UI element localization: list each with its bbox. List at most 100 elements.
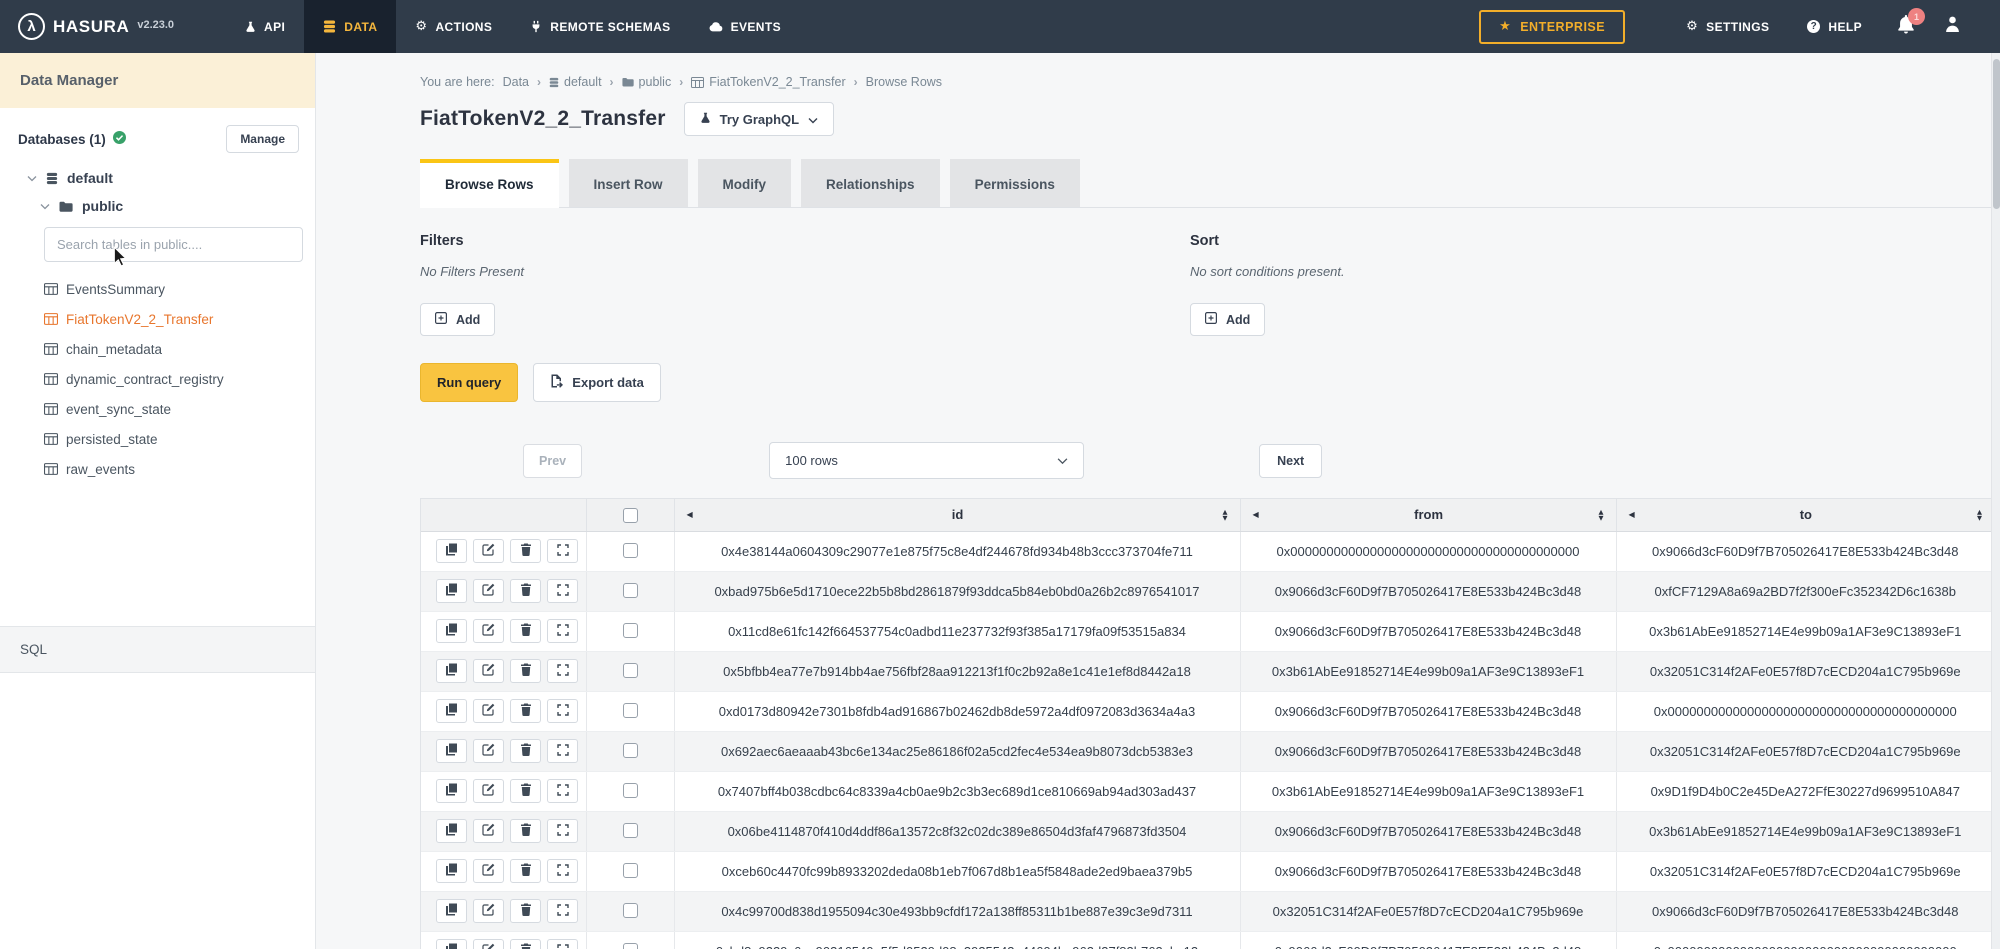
run-query-button[interactable]: Run query — [420, 363, 518, 402]
tab-insert-row[interactable]: Insert Row — [569, 159, 688, 207]
clone-row-button[interactable] — [436, 819, 467, 843]
cell-to[interactable]: 0x9D1f9D4b0C2e45DeA272FfE30227d9699510A8… — [1616, 771, 1994, 811]
breadcrumb-public[interactable]: public — [622, 75, 672, 89]
row-checkbox[interactable] — [623, 943, 638, 949]
cell-to[interactable]: 0x32051C314f2AFe0E57f8D7cECD204a1C795b96… — [1616, 651, 1994, 691]
cell-from[interactable]: 0x9066d3cF60D9f7B705026417E8E533b424Bc3d… — [1240, 851, 1616, 891]
row-checkbox[interactable] — [623, 623, 638, 638]
delete-row-button[interactable] — [510, 699, 541, 723]
row-checkbox[interactable] — [623, 743, 638, 758]
sidebar-table-item[interactable]: dynamic_contract_registry — [0, 364, 315, 394]
clone-row-button[interactable] — [436, 539, 467, 563]
user-menu-button[interactable] — [1931, 0, 1974, 53]
delete-row-button[interactable] — [510, 539, 541, 563]
edit-row-button[interactable] — [473, 699, 504, 723]
select-all-checkbox[interactable] — [623, 508, 638, 523]
expand-row-button[interactable] — [547, 619, 578, 643]
row-checkbox[interactable] — [623, 783, 638, 798]
notifications-button[interactable]: 1 — [1881, 0, 1931, 53]
prev-page-button[interactable]: Prev — [523, 444, 582, 478]
delete-row-button[interactable] — [510, 819, 541, 843]
expand-row-button[interactable] — [547, 699, 578, 723]
breadcrumb-browse-rows[interactable]: Browse Rows — [866, 75, 942, 89]
row-checkbox[interactable] — [623, 543, 638, 558]
chevron-down-icon[interactable] — [40, 203, 50, 210]
cell-from[interactable]: 0x9066d3cF60D9f7B705026417E8E533b424Bc3d… — [1240, 611, 1616, 651]
cell-to[interactable]: 0x00000000000000000000000000000000000000… — [1616, 691, 1994, 731]
cell-from[interactable]: 0x32051C314f2AFe0E57f8D7cECD204a1C795b96… — [1240, 891, 1616, 931]
cell-to[interactable]: 0x3b61AbEe91852714E4e99b09a1AF3e9C13893e… — [1616, 811, 1994, 851]
clone-row-button[interactable] — [436, 859, 467, 883]
edit-row-button[interactable] — [473, 659, 504, 683]
cell-to[interactable]: 0x3b61AbEe91852714E4e99b09a1AF3e9C13893e… — [1616, 611, 1994, 651]
add-filter-button[interactable]: Add — [420, 303, 495, 336]
edit-row-button[interactable] — [473, 779, 504, 803]
clone-row-button[interactable] — [436, 619, 467, 643]
expand-row-button[interactable] — [547, 859, 578, 883]
enterprise-button[interactable]: ★ ENTERPRISE — [1479, 10, 1625, 44]
collapse-column-icon[interactable]: ◀ — [1253, 510, 1259, 519]
cell-to[interactable]: 0x32051C314f2AFe0E57f8D7cECD204a1C795b96… — [1616, 731, 1994, 771]
row-checkbox[interactable] — [623, 663, 638, 678]
table-search-input[interactable] — [44, 227, 303, 262]
collapse-column-icon[interactable]: ◀ — [687, 510, 693, 519]
cell-id[interactable]: 0x692aec6aeaaab43bc6e134ac25e86186f02a5c… — [674, 731, 1240, 771]
cell-from[interactable]: 0x9066d3cF60D9f7B705026417E8E533b424Bc3d… — [1240, 731, 1616, 771]
manage-button[interactable]: Manage — [226, 125, 299, 153]
delete-row-button[interactable] — [510, 859, 541, 883]
sidebar-table-item[interactable]: raw_events — [0, 454, 315, 484]
column-header-id[interactable]: ◀ id ▲▼ — [674, 499, 1240, 531]
rows-per-page-select[interactable]: 100 rows — [769, 442, 1084, 479]
delete-row-button[interactable] — [510, 579, 541, 603]
delete-row-button[interactable] — [510, 659, 541, 683]
clone-row-button[interactable] — [436, 579, 467, 603]
clone-row-button[interactable] — [436, 779, 467, 803]
expand-row-button[interactable] — [547, 899, 578, 923]
help-button[interactable]: ? HELP — [1788, 0, 1881, 53]
nav-item-data[interactable]: DATA — [304, 0, 396, 53]
cell-id[interactable]: 0xd0173d80942e7301b8fdb4ad916867b02462db… — [674, 691, 1240, 731]
sidebar-table-item[interactable]: chain_metadata — [0, 334, 315, 364]
delete-row-button[interactable] — [510, 899, 541, 923]
edit-row-button[interactable] — [473, 899, 504, 923]
expand-row-button[interactable] — [547, 539, 578, 563]
nav-item-api[interactable]: API — [226, 0, 304, 53]
next-page-button[interactable]: Next — [1259, 444, 1322, 478]
sort-icon[interactable]: ▲▼ — [1977, 509, 1982, 521]
delete-row-button[interactable] — [510, 739, 541, 763]
cell-id[interactable]: 0x4e38144a0604309c29077e1e875f75c8e4df24… — [674, 531, 1240, 571]
cell-id[interactable]: 0x11cd8e61fc142f664537754c0adbd11e237732… — [674, 611, 1240, 651]
column-header-to[interactable]: ◀ to ▲▼ — [1616, 499, 1994, 531]
tree-item-database-default[interactable]: default — [0, 164, 315, 192]
column-header-from[interactable]: ◀ from ▲▼ — [1240, 499, 1616, 531]
edit-row-button[interactable] — [473, 819, 504, 843]
cell-from[interactable]: 0x9066d3cF60D9f7B705026417E8E533b424Bc3d… — [1240, 931, 1616, 949]
sidebar-table-item[interactable]: FiatTokenV2_2_Transfer — [0, 304, 315, 334]
collapse-column-icon[interactable]: ◀ — [1629, 510, 1635, 519]
settings-button[interactable]: ⚙ SETTINGS — [1667, 0, 1788, 53]
sidebar-table-item[interactable]: EventsSummary — [0, 274, 315, 304]
cell-id[interactable]: 0x06be4114870f410d4ddf86a13572c8f32c02dc… — [674, 811, 1240, 851]
expand-row-button[interactable] — [547, 579, 578, 603]
clone-row-button[interactable] — [436, 699, 467, 723]
try-graphql-button[interactable]: Try GraphQL — [684, 102, 834, 136]
cell-from[interactable]: 0x9066d3cF60D9f7B705026417E8E533b424Bc3d… — [1240, 571, 1616, 611]
cell-from[interactable]: 0x9066d3cF60D9f7B705026417E8E533b424Bc3d… — [1240, 811, 1616, 851]
row-checkbox[interactable] — [623, 703, 638, 718]
edit-row-button[interactable] — [473, 859, 504, 883]
tab-browse-rows[interactable]: Browse Rows — [420, 159, 559, 208]
cell-id[interactable]: 0xbad975b6e5d1710ece22b5b8bd2861879f93dd… — [674, 571, 1240, 611]
edit-row-button[interactable] — [473, 939, 504, 949]
edit-row-button[interactable] — [473, 619, 504, 643]
tab-modify[interactable]: Modify — [698, 159, 792, 207]
sidebar-table-item[interactable]: persisted_state — [0, 424, 315, 454]
cell-to[interactable]: 0x32051C314f2AFe0E57f8D7cECD204a1C795b96… — [1616, 851, 1994, 891]
expand-row-button[interactable] — [547, 819, 578, 843]
clone-row-button[interactable] — [436, 659, 467, 683]
page-scrollbar[interactable] — [1991, 53, 2000, 949]
sort-icon[interactable]: ▲▼ — [1598, 509, 1603, 521]
row-checkbox[interactable] — [623, 823, 638, 838]
breadcrumb-default[interactable]: default — [549, 75, 602, 89]
cell-from[interactable]: 0x00000000000000000000000000000000000000… — [1240, 531, 1616, 571]
tab-permissions[interactable]: Permissions — [950, 159, 1080, 207]
